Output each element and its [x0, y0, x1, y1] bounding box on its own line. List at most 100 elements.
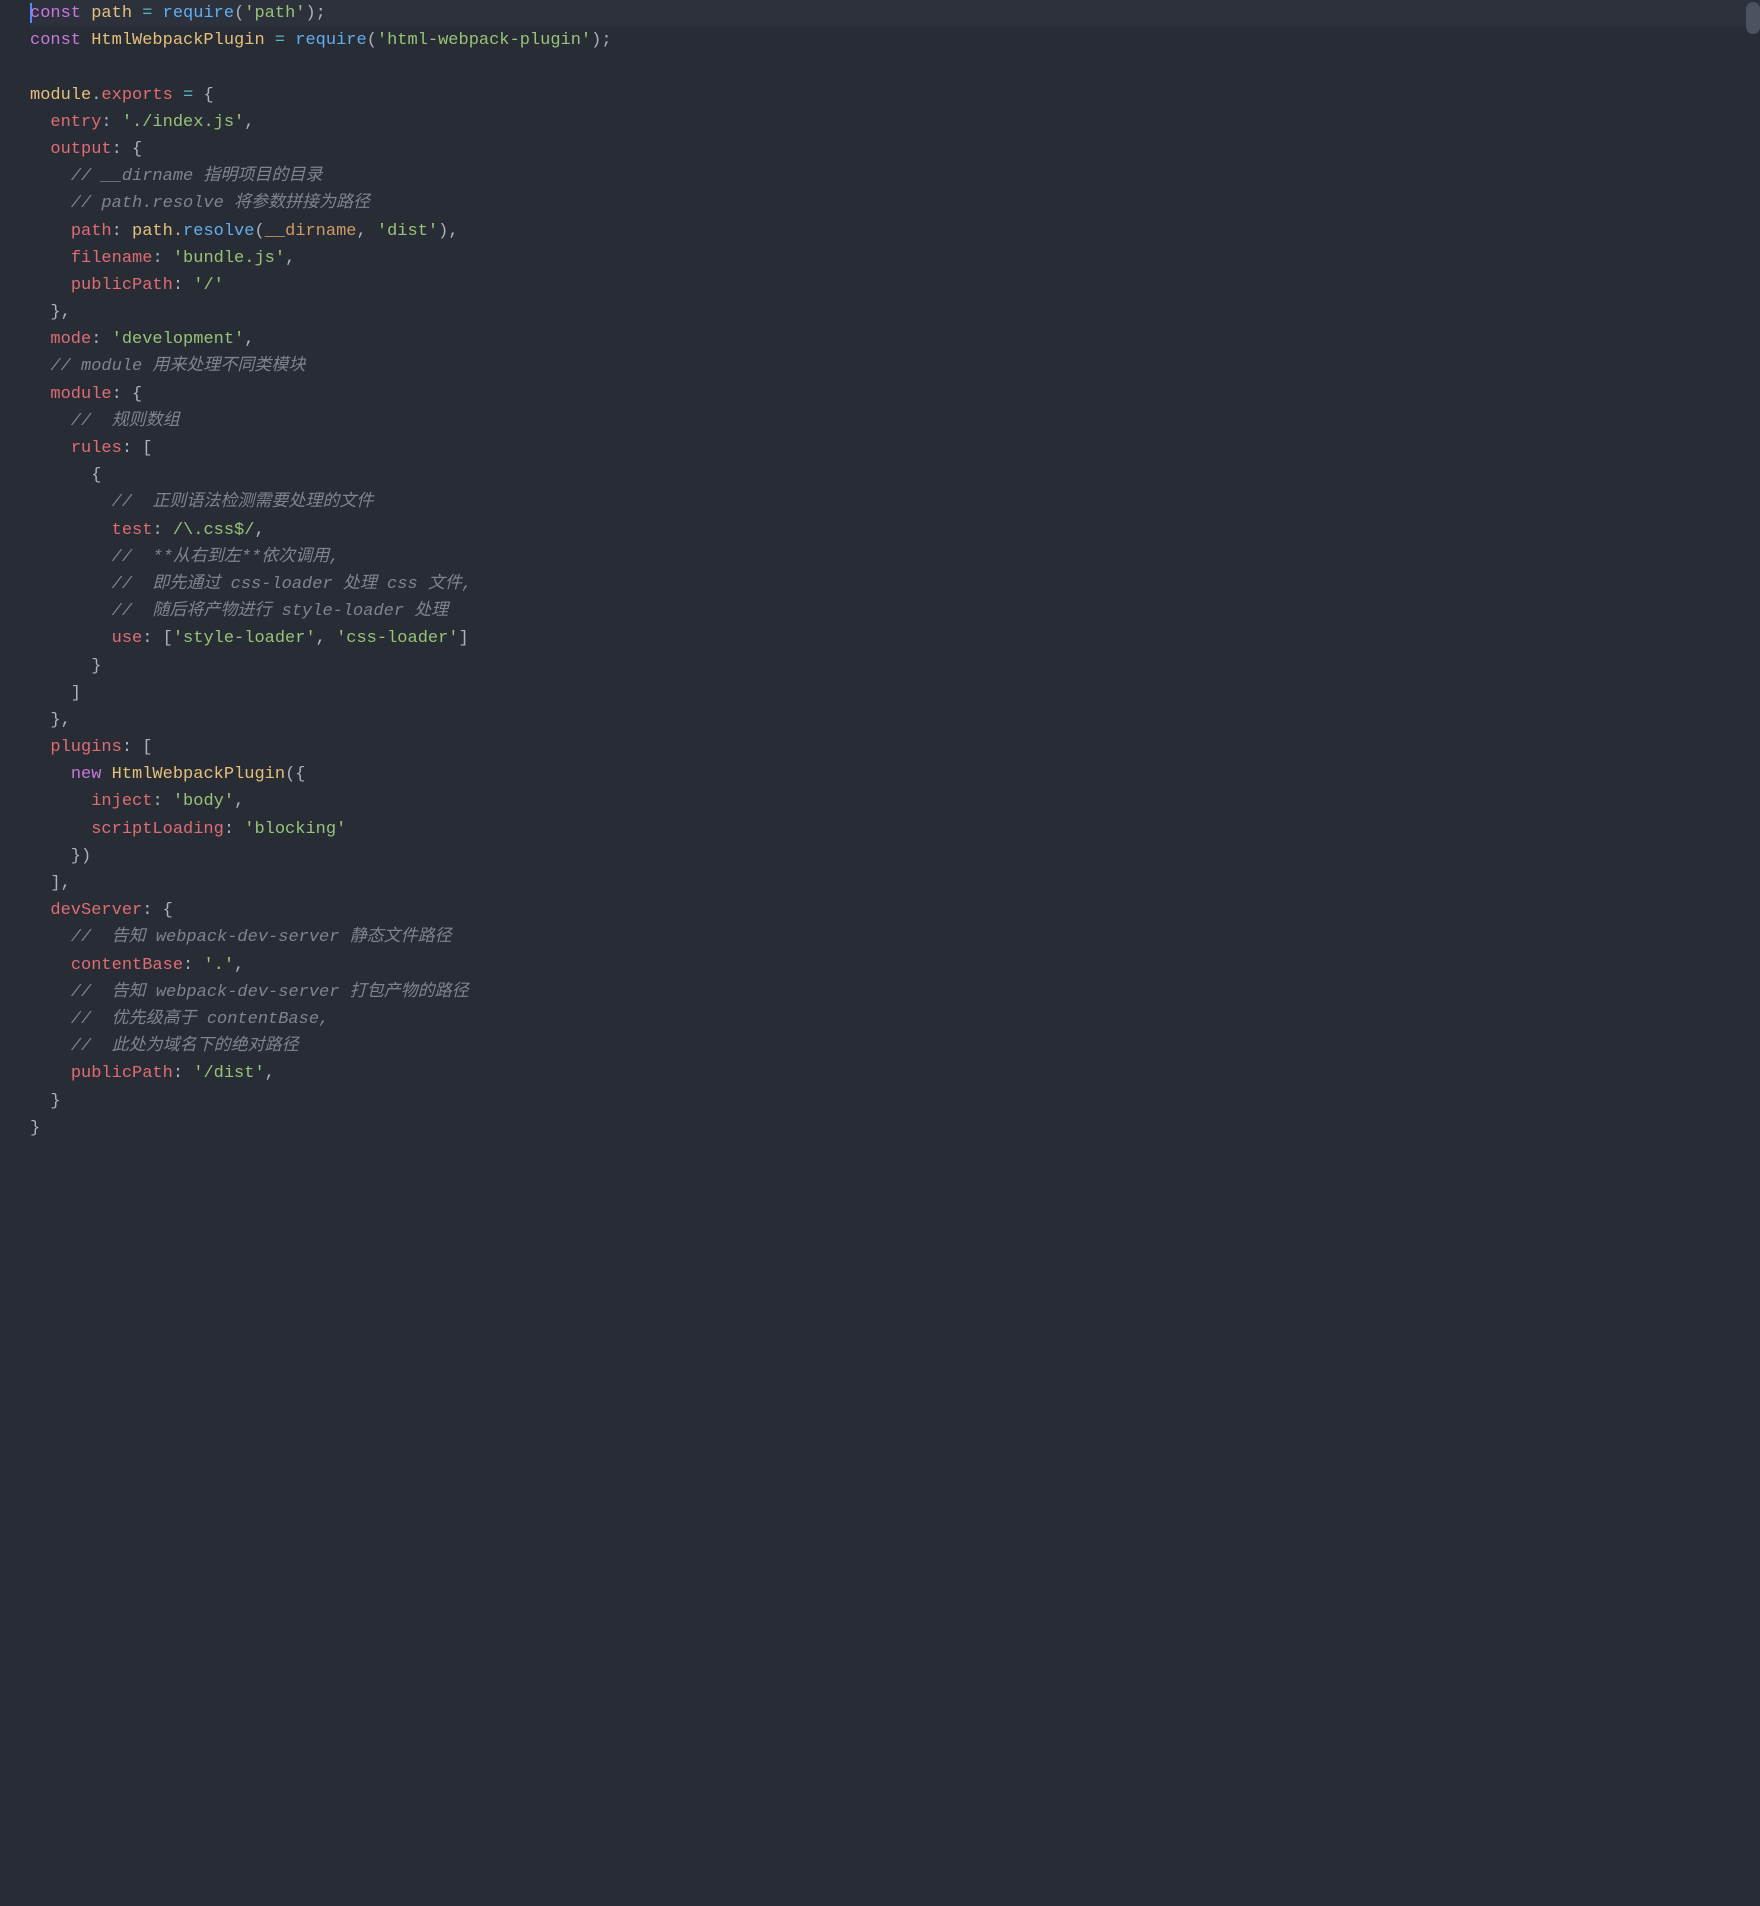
token-str: 'style-loader' [173, 629, 316, 648]
vertical-scrollbar[interactable] [1746, 0, 1760, 1906]
code-line[interactable]: contentBase: '.', [30, 952, 1760, 979]
code-line[interactable]: scriptLoading: 'blocking' [30, 816, 1760, 843]
token-regex: /\.css$/ [173, 521, 255, 540]
code-line[interactable]: mode: 'development', [30, 326, 1760, 353]
code-line[interactable]: publicPath: '/' [30, 272, 1760, 299]
line-number [0, 897, 22, 924]
token-str: '/' [193, 276, 224, 295]
code-line[interactable]: const path = require('path'); [30, 0, 1760, 27]
token-var: HtmlWebpackPlugin [91, 31, 264, 50]
code-line[interactable]: module: { [30, 381, 1760, 408]
code-line[interactable]: ] [30, 680, 1760, 707]
code-line[interactable]: } [30, 1115, 1760, 1142]
token-punct: ( [254, 222, 264, 241]
line-number [0, 843, 22, 870]
code-line[interactable]: // 优先级高于 contentBase, [30, 1006, 1760, 1033]
line-number [0, 1088, 22, 1115]
code-line[interactable]: publicPath: '/dist', [30, 1060, 1760, 1087]
token-punct [30, 276, 71, 295]
token-punct [30, 575, 112, 594]
code-line[interactable]: test: /\.css$/, [30, 517, 1760, 544]
code-editor[interactable]: const path = require('path');const HtmlW… [0, 0, 1760, 1906]
token-fn: resolve [183, 222, 254, 241]
token-punct: : [ [122, 439, 153, 458]
token-prop: module [50, 385, 111, 404]
token-str: './index.js' [122, 113, 244, 132]
line-number [0, 598, 22, 625]
token-kw: const [30, 4, 81, 23]
code-line[interactable]: entry: './index.js', [30, 109, 1760, 136]
token-punct [101, 765, 111, 784]
token-op: = [183, 86, 193, 105]
code-line[interactable]: rules: [ [30, 435, 1760, 462]
code-line[interactable]: use: ['style-loader', 'css-loader'] [30, 625, 1760, 652]
token-punct [30, 956, 71, 975]
code-line[interactable]: }, [30, 707, 1760, 734]
code-line[interactable]: // 规则数组 [30, 408, 1760, 435]
token-cmt: // 告知 webpack-dev-server 静态文件路径 [71, 928, 452, 947]
code-line[interactable]: }) [30, 843, 1760, 870]
code-line[interactable]: } [30, 653, 1760, 680]
token-kw: new [71, 765, 102, 784]
token-punct [30, 1010, 71, 1029]
token-str: 'html-webpack-plugin' [377, 31, 591, 50]
line-number [0, 381, 22, 408]
token-prop: rules [71, 439, 122, 458]
token-punct [30, 548, 112, 567]
token-punct [30, 167, 71, 186]
code-line[interactable]: // __dirname 指明项目的目录 [30, 163, 1760, 190]
token-prop: path [71, 222, 112, 241]
token-kw: const [30, 31, 81, 50]
code-line[interactable]: // 随后将产物进行 style-loader 处理 [30, 598, 1760, 625]
line-number [0, 136, 22, 163]
token-var: path [91, 4, 132, 23]
token-punct: , [265, 1064, 275, 1083]
token-punct [30, 901, 50, 920]
line-number [0, 1115, 22, 1142]
token-prop: contentBase [71, 956, 183, 975]
line-number [0, 109, 22, 136]
code-line[interactable]: path: path.resolve(__dirname, 'dist'), [30, 218, 1760, 245]
code-line[interactable]: }, [30, 299, 1760, 326]
code-line[interactable]: // 告知 webpack-dev-server 静态文件路径 [30, 924, 1760, 951]
code-line[interactable]: // 告知 webpack-dev-server 打包产物的路径 [30, 979, 1760, 1006]
code-line[interactable]: devServer: { [30, 897, 1760, 924]
token-punct: : { [112, 385, 143, 404]
token-punct: : { [112, 140, 143, 159]
line-number [0, 245, 22, 272]
token-punct [30, 249, 71, 268]
code-line[interactable]: // 正则语法检测需要处理的文件 [30, 489, 1760, 516]
token-punct [30, 140, 50, 159]
code-line[interactable]: // 此处为域名下的绝对路径 [30, 1033, 1760, 1060]
code-line[interactable]: // path.resolve 将参数拼接为路径 [30, 190, 1760, 217]
scrollbar-thumb[interactable] [1746, 2, 1760, 34]
line-number [0, 816, 22, 843]
token-punct [30, 602, 112, 621]
line-number [0, 353, 22, 380]
code-line[interactable]: // **从右到左**依次调用, [30, 544, 1760, 571]
code-line[interactable]: // 即先通过 css-loader 处理 css 文件, [30, 571, 1760, 598]
token-punct: , [234, 956, 244, 975]
code-line[interactable]: new HtmlWebpackPlugin({ [30, 761, 1760, 788]
code-line[interactable]: inject: 'body', [30, 788, 1760, 815]
token-punct [30, 521, 112, 540]
token-cmt: // 告知 webpack-dev-server 打包产物的路径 [71, 983, 469, 1002]
token-punct: : [152, 792, 172, 811]
code-line[interactable]: output: { [30, 136, 1760, 163]
token-cmt: // 规则数组 [71, 412, 180, 431]
token-punct: : [173, 276, 193, 295]
code-line[interactable]: plugins: [ [30, 734, 1760, 761]
code-line[interactable]: const HtmlWebpackPlugin = require('html-… [30, 27, 1760, 54]
token-str: '.' [203, 956, 234, 975]
line-number [0, 571, 22, 598]
code-line[interactable] [30, 54, 1760, 81]
code-line[interactable]: } [30, 1088, 1760, 1115]
token-punct: : [152, 521, 172, 540]
code-line[interactable]: // module 用来处理不同类模块 [30, 353, 1760, 380]
code-line[interactable]: { [30, 462, 1760, 489]
code-area[interactable]: const path = require('path');const HtmlW… [28, 0, 1760, 1906]
line-number [0, 979, 22, 1006]
code-line[interactable]: filename: 'bundle.js', [30, 245, 1760, 272]
code-line[interactable]: ], [30, 870, 1760, 897]
code-line[interactable]: module.exports = { [30, 82, 1760, 109]
